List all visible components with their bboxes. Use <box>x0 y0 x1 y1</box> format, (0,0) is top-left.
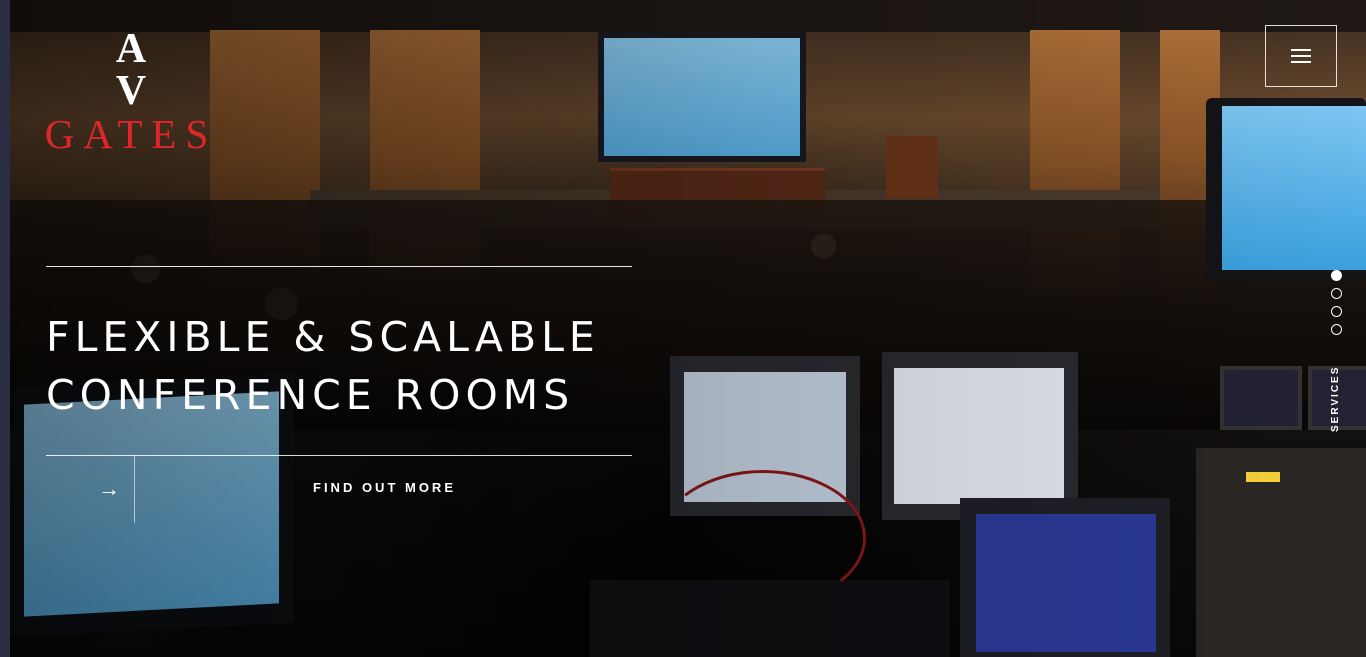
hero-arrow-button[interactable]: → <box>84 455 135 523</box>
hamburger-menu-icon <box>1291 49 1311 63</box>
left-frame-border <box>0 0 10 657</box>
hero-title-line: CONFERENCE ROOMS <box>46 371 575 419</box>
slider-dot[interactable] <box>1331 270 1342 281</box>
slider-dot[interactable] <box>1331 306 1342 317</box>
slider-pagination <box>1331 270 1343 335</box>
menu-button[interactable] <box>1265 25 1337 87</box>
hero-title: FLEXIBLE & SCALABLE CONFERENCE ROOMS <box>46 308 686 424</box>
logo-top-text: A V <box>115 26 181 114</box>
slider-dot[interactable] <box>1331 324 1342 335</box>
services-side-label[interactable]: SERVICES <box>1330 360 1344 432</box>
slider-dot[interactable] <box>1331 288 1342 299</box>
find-out-more-link[interactable]: FIND OUT MORE <box>313 480 456 495</box>
site-logo[interactable]: A V GATES <box>36 28 226 155</box>
hero-divider-top <box>46 266 632 267</box>
arrow-right-icon: → <box>98 476 120 501</box>
logo-bottom-text: GATES <box>44 111 218 157</box>
hero-title-line: FLEXIBLE & SCALABLE <box>46 313 600 361</box>
